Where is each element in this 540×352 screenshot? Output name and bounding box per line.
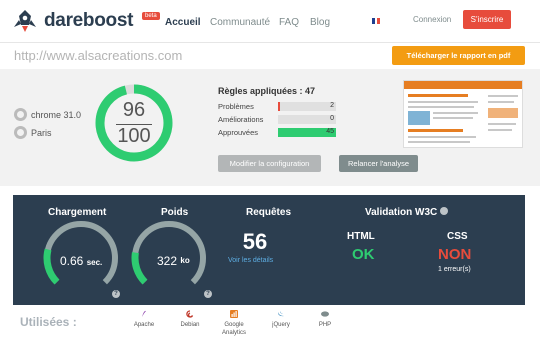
weight-value: 322 ko (157, 254, 190, 268)
browser-label: chrome 31.0 (31, 109, 82, 120)
html-label: HTML (347, 231, 375, 242)
rule-label: Approuvées (218, 128, 259, 137)
requests-details-link[interactable]: Voir les détails (228, 257, 273, 264)
php-icon (321, 311, 329, 317)
browser-info: chrome 31.0 (14, 108, 81, 121)
tech-php: PHP (305, 310, 345, 329)
rules-title: Règles appliquées : 47 (218, 86, 316, 96)
rule-bar: 2 (278, 102, 336, 111)
requests-title: Requêtes (246, 207, 292, 218)
tech-label: Apache (133, 322, 155, 328)
load-time-help-icon[interactable]: ? (112, 290, 120, 298)
css-label: CSS (447, 231, 468, 242)
rerun-analysis-button[interactable]: Relancer l'analyse (339, 155, 418, 172)
score-value: 96 (122, 99, 146, 121)
rule-row-problems: Problèmes 2 (218, 102, 336, 112)
summary-panel: chrome 31.0 Paris 96 100 Règles appliqué… (0, 69, 540, 186)
tech-label: Google Analytics (221, 322, 246, 336)
load-time-value: 0.66 sec. (60, 254, 102, 268)
jquery-icon (278, 311, 284, 317)
css-status: NON (438, 246, 472, 263)
load-time-unit: sec. (86, 258, 103, 267)
rule-bar-fill (278, 102, 281, 111)
rule-label: Améliorations (218, 115, 264, 124)
nav-communaute[interactable]: Communauté (210, 17, 270, 28)
analyzed-url[interactable]: http://www.alsacreations.com (14, 48, 182, 63)
nav-blog[interactable]: Blog (310, 17, 330, 28)
nav-faq[interactable]: FAQ (279, 17, 299, 28)
tech-apache: Apache (124, 310, 164, 329)
requests-count: 56 (242, 229, 268, 254)
login-link[interactable]: Connexion (413, 15, 451, 24)
location-label: Paris (31, 127, 52, 138)
tech-jquery: jQuery (261, 310, 301, 329)
apache-icon (142, 310, 146, 317)
modify-config-button[interactable]: Modifier la configuration (218, 155, 321, 172)
weight-unit: ko (180, 256, 190, 265)
w3c-title: Validation W3C (365, 207, 449, 218)
logo[interactable]: dareboost beta (12, 8, 162, 34)
french-flag-icon[interactable] (372, 18, 381, 24)
html-status: OK (352, 246, 375, 263)
tech-label: PHP (318, 322, 332, 328)
technologies-title: Utilisées : (20, 315, 77, 329)
score-max: 100 (117, 125, 151, 147)
score-gauge (95, 84, 173, 162)
w3c-title-text: Validation W3C (365, 207, 438, 218)
location-info: Paris (14, 126, 52, 139)
url-bar: http://www.alsacreations.com Télécharger… (0, 42, 540, 69)
tech-label: Debian (180, 322, 200, 328)
globe-icon (14, 126, 27, 139)
rule-value: 2 (330, 102, 334, 109)
page-screenshot-thumbnail[interactable] (403, 80, 523, 148)
debian-icon (186, 310, 194, 318)
chrome-icon (14, 108, 27, 121)
signup-button[interactable]: S'inscrire (463, 10, 511, 29)
header: dareboost beta Accueil Communauté FAQ Bl… (0, 0, 540, 42)
rule-label: Problèmes (218, 102, 254, 111)
rule-value: 0 (330, 115, 334, 122)
w3c-info-icon[interactable] (440, 207, 449, 215)
rule-row-improvements: Améliorations 0 (218, 115, 336, 125)
beta-badge: beta (142, 12, 160, 20)
rule-bar: 0 (278, 115, 336, 124)
download-pdf-button[interactable]: Télécharger le rapport en pdf (392, 46, 525, 65)
tech-label: jQuery (272, 322, 290, 328)
google-analytics-icon (230, 310, 238, 318)
weight-help-icon[interactable]: ? (204, 290, 212, 298)
rule-row-approved: Approuvées 45 (218, 128, 336, 138)
rule-bar: 45 (278, 128, 336, 137)
rule-value: 45 (326, 128, 334, 135)
logo-text: dareboost (44, 10, 134, 31)
nav-accueil[interactable]: Accueil (165, 17, 201, 28)
rocket-logo-icon (14, 10, 36, 32)
tech-google-analytics: Google Analytics (214, 310, 254, 337)
weight-number: 322 (157, 254, 178, 268)
css-errors-link[interactable]: 1 erreur(s) (438, 266, 471, 273)
tech-debian: Debian (170, 310, 210, 329)
load-time-number: 0.66 (60, 254, 84, 268)
